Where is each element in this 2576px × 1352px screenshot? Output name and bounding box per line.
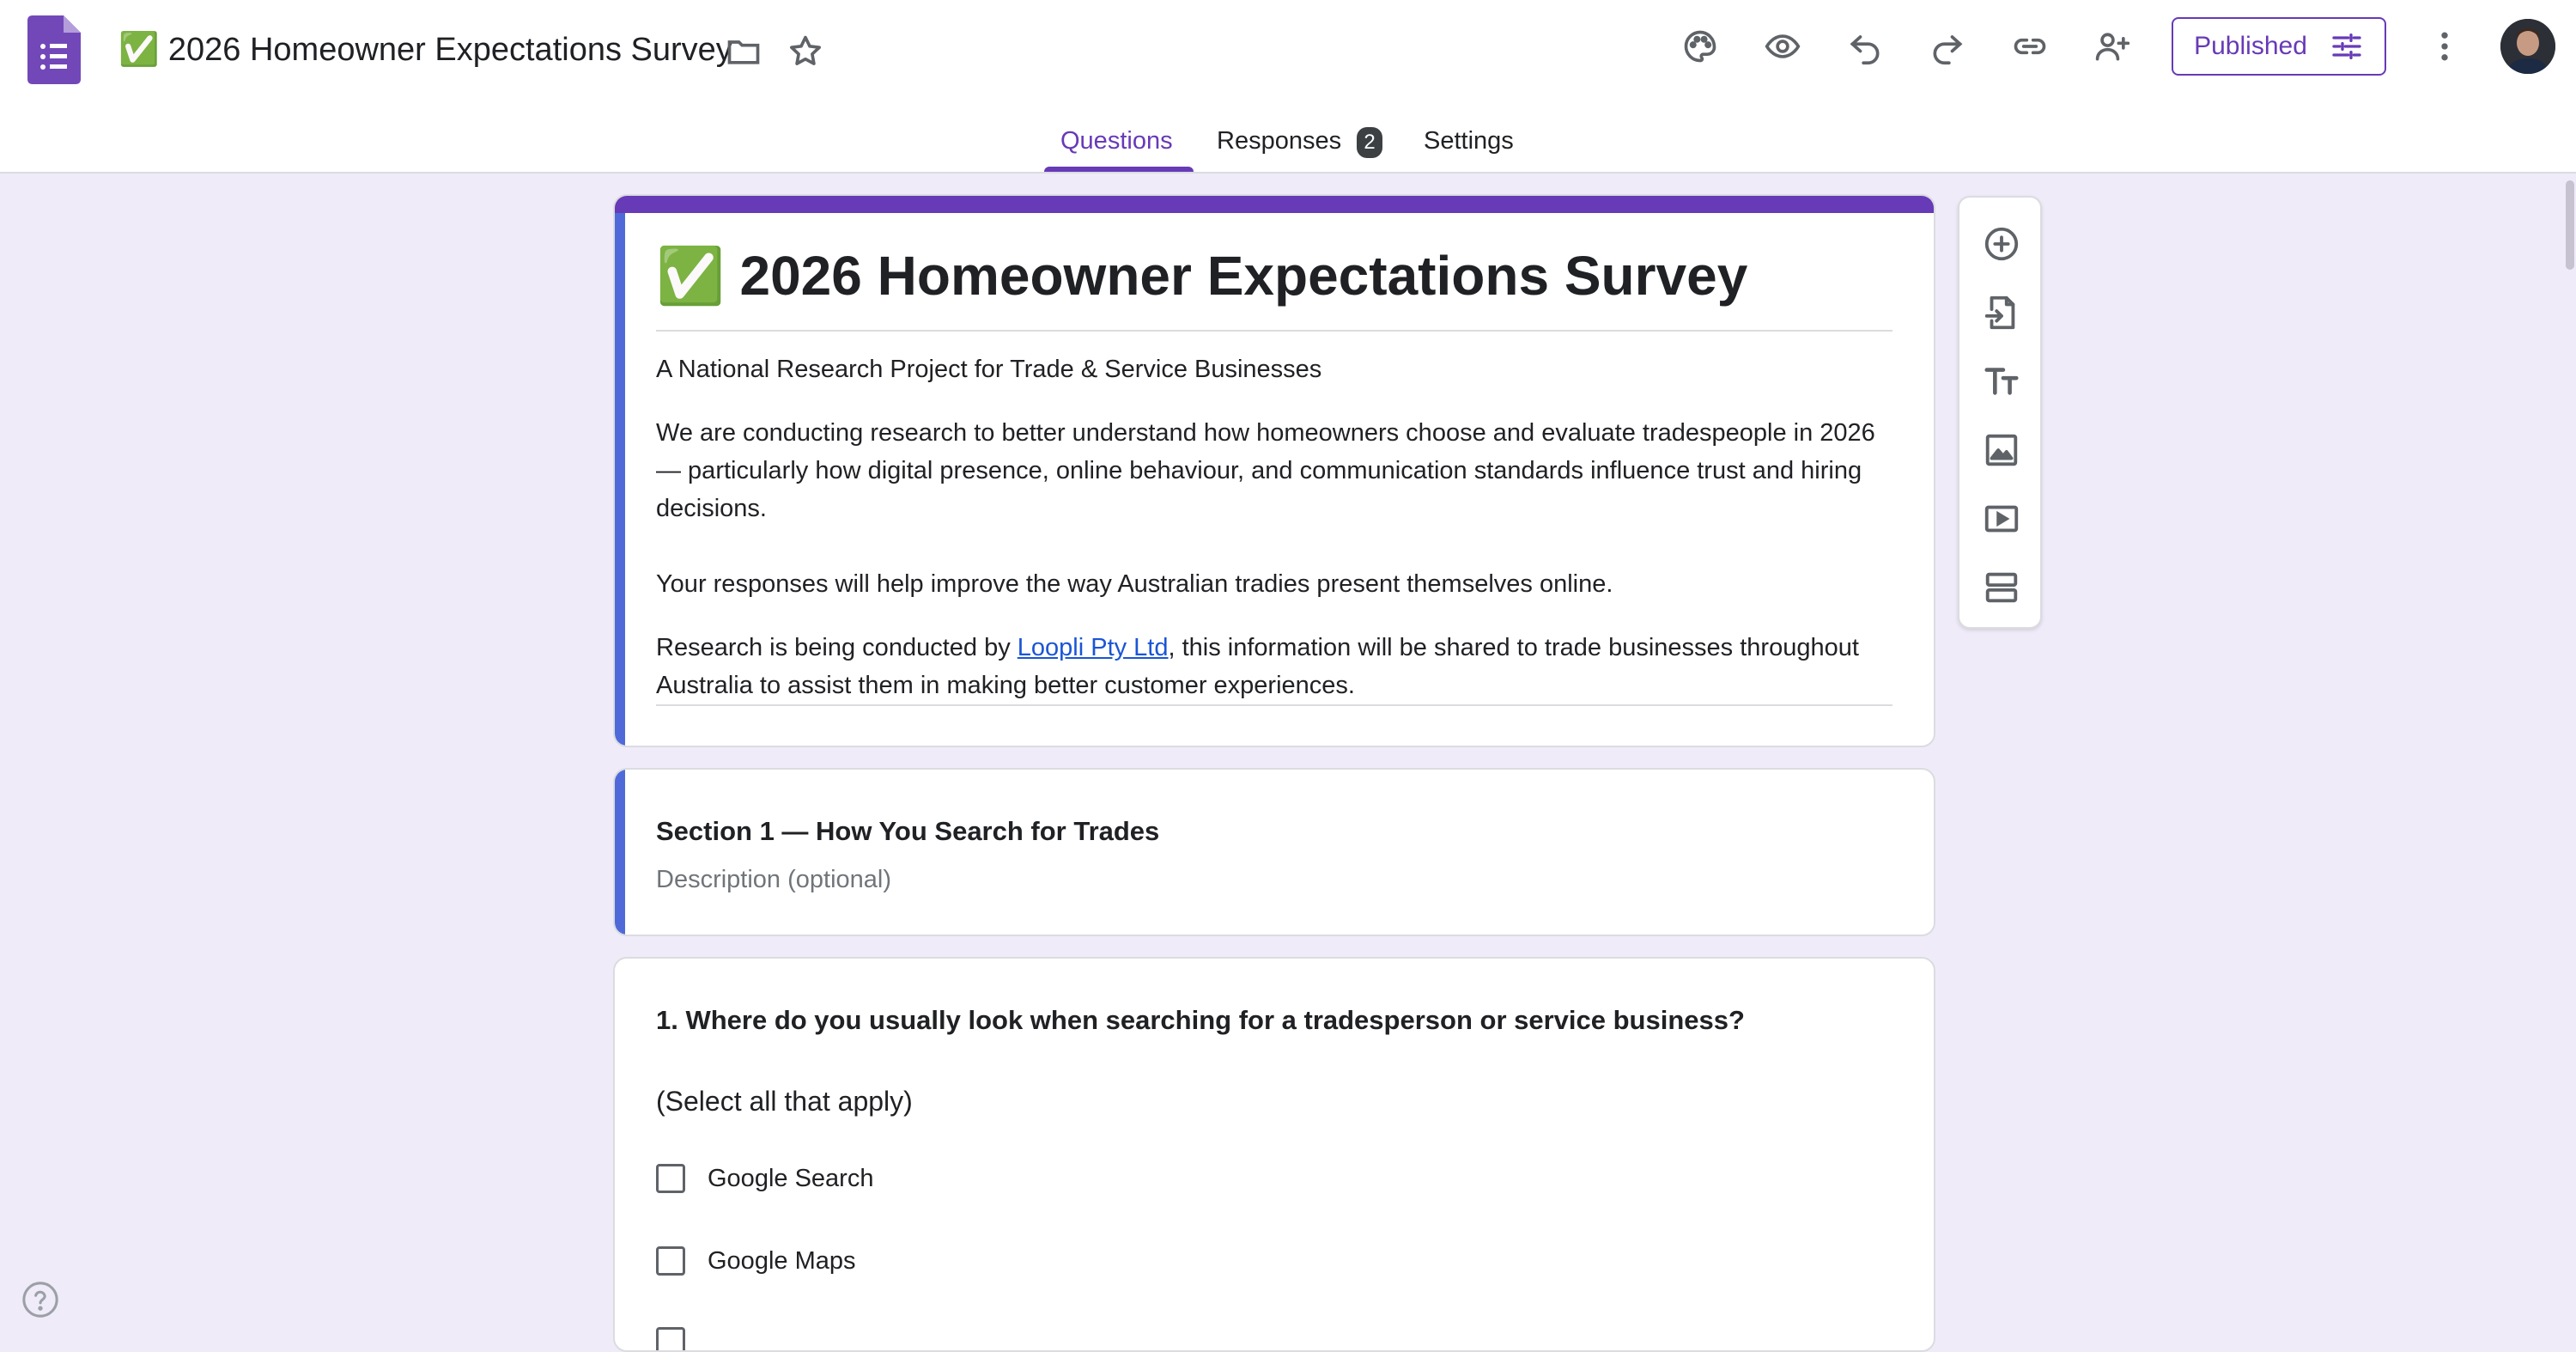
card-accent-stripe: [615, 196, 1934, 213]
form-title[interactable]: ✅ 2026 Homeowner Expectations Survey: [656, 244, 1747, 308]
section-indicator: [615, 770, 625, 935]
add-video-icon[interactable]: [1974, 491, 2029, 546]
active-tab-indicator: [1044, 167, 1194, 172]
section-header-card[interactable]: Section 1 — How You Search for Trades De…: [613, 768, 1935, 936]
question-subtitle: (Select all that apply): [656, 1086, 913, 1117]
tab-settings[interactable]: Settings: [1424, 127, 1514, 155]
company-link[interactable]: Loopli Pty Ltd: [1018, 634, 1169, 661]
section-description-field[interactable]: Description (optional): [656, 866, 891, 894]
responses-count-badge: 2: [1357, 127, 1382, 158]
avatar[interactable]: [2500, 19, 2555, 74]
document-title[interactable]: ✅ 2026 Homeowner Expectations Survey: [118, 31, 732, 69]
import-questions-icon[interactable]: [1974, 285, 2029, 340]
list-item[interactable]: Google Maps: [656, 1244, 856, 1278]
question-card[interactable]: 1. Where do you usually look when search…: [613, 957, 1935, 1352]
bottom-overlay: [773, 1314, 1803, 1335]
help-icon[interactable]: [21, 1280, 60, 1319]
checkbox[interactable]: [656, 1164, 685, 1193]
user-photo-icon: [2500, 19, 2555, 74]
checkbox[interactable]: [656, 1246, 685, 1276]
tune-icon: [2332, 33, 2361, 60]
add-collaborator-icon[interactable]: [2085, 19, 2140, 74]
checkbox[interactable]: [656, 1327, 685, 1350]
form-tabs: Questions Responses Settings: [0, 119, 2576, 174]
published-label: Published: [2194, 32, 2307, 60]
form-description-paragraph[interactable]: Research is being conducted by Loopli Pt…: [656, 629, 1893, 704]
form-title-card[interactable]: ✅ 2026 Homeowner Expectations Survey A N…: [613, 194, 1935, 747]
add-question-icon[interactable]: [1974, 216, 2029, 271]
top-bar: ✅ 2026 Homeowner Expectations Survey Pub…: [0, 0, 2576, 174]
published-button[interactable]: Published: [2172, 17, 2386, 76]
section-title[interactable]: Section 1 — How You Search for Trades: [656, 816, 1159, 847]
form-description-paragraph[interactable]: We are conducting research to better und…: [656, 414, 1893, 527]
forms-logo-icon[interactable]: [27, 15, 81, 84]
selected-card-indicator: [615, 213, 625, 746]
redo-icon[interactable]: [1920, 19, 1975, 74]
add-image-icon[interactable]: [1974, 423, 2029, 478]
option-label: Google Maps: [708, 1246, 856, 1275]
add-section-icon[interactable]: [1974, 560, 2029, 615]
description-text: Research is being conducted by: [656, 634, 1018, 661]
question-title[interactable]: 1. Where do you usually look when search…: [656, 1005, 1745, 1036]
palette-icon[interactable]: [1673, 19, 1728, 74]
tab-questions[interactable]: Questions: [1060, 127, 1173, 155]
star-icon[interactable]: [778, 24, 833, 79]
floating-toolbar: [1958, 196, 2042, 629]
undo-icon[interactable]: [1838, 19, 1893, 74]
link-icon[interactable]: [2002, 19, 2057, 74]
scrollbar[interactable]: [2566, 180, 2574, 270]
preview-eye-icon[interactable]: [1755, 19, 1810, 74]
more-vert-icon[interactable]: [2417, 19, 2472, 74]
move-to-folder-icon[interactable]: [716, 24, 771, 79]
divider: [656, 330, 1893, 332]
option-label: Google Search: [708, 1164, 874, 1192]
tab-responses[interactable]: Responses: [1217, 127, 1341, 155]
list-item[interactable]: [656, 1325, 708, 1350]
list-item[interactable]: Google Search: [656, 1161, 873, 1196]
divider: [656, 704, 1893, 706]
form-subtitle[interactable]: A National Research Project for Trade & …: [656, 350, 1893, 388]
add-title-icon[interactable]: [1974, 354, 2029, 409]
form-description-paragraph[interactable]: Your responses will help improve the way…: [656, 565, 1893, 603]
